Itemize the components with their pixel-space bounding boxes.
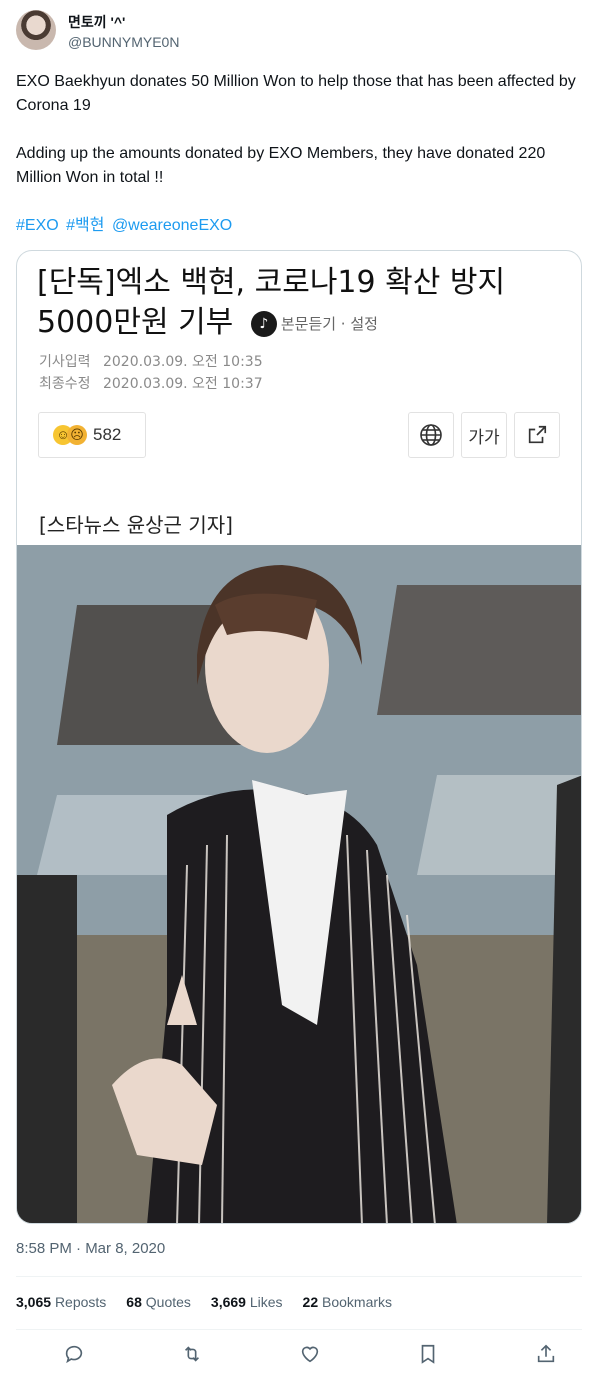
speaker-icon: ♪ [250,310,277,337]
hashtags: #EXO #백현 @weareoneEXO [16,214,235,238]
article-headline: [단독]엑소 백현, 코로나19 확산 방지 5000만원 기부 ♪ 본문듣기 … [37,263,557,344]
like-icon[interactable] [296,1340,324,1368]
mention-link[interactable]: @weareoneEXO [112,217,232,234]
author-handle[interactable]: @BUNNYMYE0N [68,34,179,50]
tweet-timestamp[interactable]: 8:58 PM · Mar 8, 2020 [16,1240,165,1257]
tweet-paragraph: Adding up the amounts donated by EXO Mem… [16,145,546,186]
published-row: 기사입력 2020.03.09. 오전 10:35 [39,351,263,371]
listen-control: ♪ 본문듣기 · 설정 [250,304,378,344]
tweet-text: EXO Baekhyun donates 50 Million Won to h… [16,70,576,214]
hashtag-link[interactable]: #EXO [16,217,59,234]
globe-icon [408,412,454,458]
share-article-icon [514,412,560,458]
divider [16,1276,582,1277]
modified-date: 2020.03.09. 오전 10:37 [102,376,263,392]
modified-row: 최종수정 2020.03.09. 오전 10:37 [39,373,263,393]
action-bar [60,1340,560,1368]
listen-label: 본문듣기 · 설정 [280,314,378,333]
bookmark-icon[interactable] [414,1340,442,1368]
article-byline: [스타뉴스 윤상근 기자] [39,513,233,537]
tweet-paragraph: EXO Baekhyun donates 50 Million Won to h… [16,73,576,114]
stat-label: Bookmarks [322,1294,393,1310]
hashtag-link[interactable]: #백현 [66,217,104,234]
avatar[interactable] [16,10,56,50]
published-label: 기사입력 [39,354,91,370]
media-card[interactable]: [단독]엑소 백현, 코로나19 확산 방지 5000만원 기부 ♪ 본문듣기 … [16,250,582,1224]
article-photo [17,545,581,1223]
font-size-label: 가가 [468,427,500,447]
share-icon[interactable] [532,1340,560,1368]
divider [16,1329,582,1330]
engagement-stats: 3,065 Reposts 68 Quotes 3,669 Likes 22 B… [16,1294,412,1310]
reaction-box: ☺ ☹ 582 [38,412,146,458]
stat-label: Reposts [54,1294,107,1310]
stat-count: 3,669 [210,1294,246,1310]
reaction-count: 582 [93,425,122,444]
stat-likes[interactable]: 3,669 Likes [211,1294,283,1310]
author-name[interactable]: 면토끼 '^' [68,12,125,32]
repost-icon[interactable] [178,1340,206,1368]
stat-label: Likes [249,1294,283,1310]
stat-quotes[interactable]: 68 Quotes [126,1294,191,1310]
stat-bookmarks[interactable]: 22 Bookmarks [303,1294,393,1310]
stat-reposts[interactable]: 3,065 Reposts [16,1294,106,1310]
modified-label: 최종수정 [39,376,91,392]
sad-emoji-icon: ☹ [67,425,87,445]
stat-label: Quotes [145,1294,191,1310]
reply-icon[interactable] [60,1340,88,1368]
font-size-icon: 가가 [461,412,507,458]
published-date: 2020.03.09. 오전 10:35 [102,354,263,370]
stat-count: 22 [302,1294,319,1310]
stat-count: 3,065 [16,1294,52,1310]
stat-count: 68 [126,1294,142,1310]
